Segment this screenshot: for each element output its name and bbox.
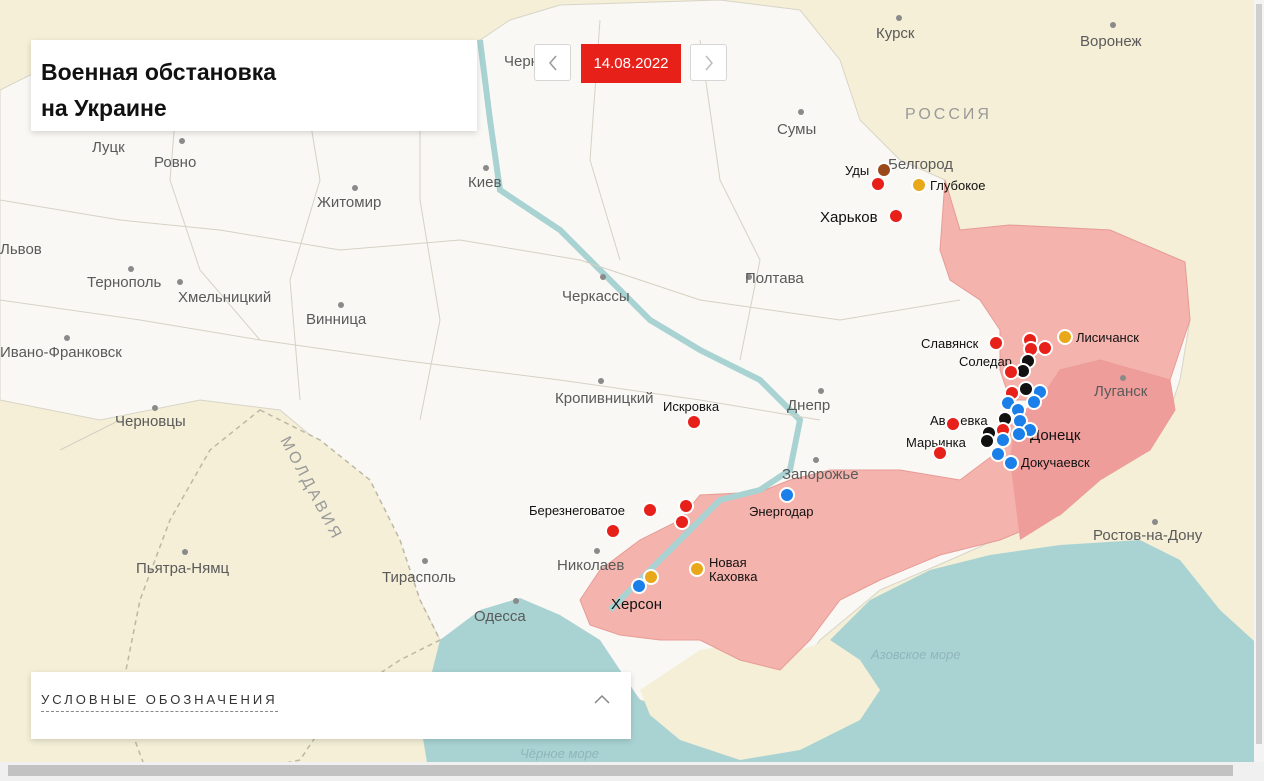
next-date-button[interactable] bbox=[690, 44, 727, 81]
label-vinnitsa: Винница bbox=[306, 311, 367, 328]
marker-glubokoe bbox=[911, 177, 927, 193]
label-dnepr: Днепр bbox=[787, 397, 830, 414]
prev-date-button[interactable] bbox=[534, 44, 571, 81]
label-sumy: Сумы bbox=[777, 121, 816, 138]
marker-marinka bbox=[979, 433, 995, 449]
marker-marinka-2 bbox=[932, 445, 948, 461]
label-kherson: Херсон bbox=[611, 596, 662, 613]
marker-kherson-2 bbox=[631, 578, 647, 594]
marker-slavyansk bbox=[988, 335, 1004, 351]
label-kursk: Курск bbox=[876, 25, 915, 42]
horizontal-scrollbar-thumb[interactable] bbox=[8, 765, 1233, 776]
label-poltava: Полтава bbox=[745, 270, 804, 287]
marker-front-17 bbox=[990, 446, 1006, 462]
label-black-sea: Чёрное море bbox=[520, 746, 599, 761]
label-novaya-kakhovka-1: Новая bbox=[709, 555, 747, 570]
marker-dokuchaevsk bbox=[1003, 455, 1019, 471]
label-chernovtsy: Черновцы bbox=[115, 413, 186, 430]
marker-avdeevka-2 bbox=[945, 416, 961, 432]
label-soledar: Соледар bbox=[959, 354, 1012, 369]
marker-front-4 bbox=[1003, 364, 1019, 380]
marker-udy bbox=[876, 162, 892, 178]
label-voronezh: Воронеж bbox=[1080, 33, 1142, 50]
label-lutsk: Луцк bbox=[92, 139, 125, 156]
marker-south-3 bbox=[605, 523, 621, 539]
label-tiraspol: Тирасполь bbox=[382, 569, 456, 586]
label-glubokoe: Глубокое bbox=[930, 178, 986, 193]
vertical-scrollbar-thumb[interactable] bbox=[1256, 4, 1262, 744]
marker-bereznegovatoe bbox=[642, 502, 658, 518]
marker-udy-2 bbox=[870, 176, 886, 192]
label-belgorod: Белгород bbox=[888, 156, 953, 173]
marker-lisichansk bbox=[1057, 329, 1073, 345]
label-nikolaev: Николаев bbox=[557, 557, 624, 574]
label-rovno: Ровно bbox=[154, 154, 196, 171]
label-energodar: Энергодар bbox=[749, 504, 813, 519]
legend-title[interactable]: УСЛОВНЫЕ ОБОЗНАЧЕНИЯ bbox=[41, 692, 278, 712]
marker-energodar bbox=[779, 487, 795, 503]
legend-panel[interactable]: УСЛОВНЫЕ ОБОЗНАЧЕНИЯ bbox=[31, 672, 631, 739]
label-zaporozhye: Запорожье bbox=[782, 466, 859, 483]
marker-front-9 bbox=[1026, 394, 1042, 410]
chevron-right-icon bbox=[704, 55, 713, 70]
vertical-scrollbar[interactable] bbox=[1254, 0, 1264, 762]
label-iskrovka: Искровка bbox=[663, 399, 720, 414]
label-kharkov: Харьков bbox=[820, 209, 878, 226]
marker-iskrovka bbox=[686, 414, 702, 430]
label-ternopol: Тернополь bbox=[87, 274, 162, 291]
marker-novaya-kakhovka bbox=[689, 561, 705, 577]
label-russia: РОССИЯ bbox=[905, 106, 992, 123]
chevron-left-icon bbox=[548, 55, 557, 70]
label-udy: Уды bbox=[845, 163, 869, 178]
chevron-up-icon[interactable] bbox=[593, 692, 611, 706]
label-lvov: Львов bbox=[0, 241, 42, 258]
marker-front-6 bbox=[1018, 381, 1034, 397]
label-pyatra-namts: Пьятра-Нямц bbox=[136, 560, 230, 577]
marker-front-16 bbox=[1011, 426, 1027, 442]
label-kropivnitsky: Кропивницкий bbox=[555, 390, 653, 407]
label-azov-sea: Азовское море bbox=[870, 647, 961, 662]
page-title: Военная обстановка на Украине bbox=[41, 59, 277, 121]
label-zhitomir: Житомир bbox=[317, 194, 381, 211]
label-slavyansk: Славянск bbox=[921, 336, 979, 351]
marker-front-15 bbox=[995, 432, 1011, 448]
marker-kherson-1 bbox=[643, 569, 659, 585]
current-date: 14.08.2022 bbox=[581, 44, 681, 83]
title-card: Военная обстановка на Украине bbox=[31, 40, 477, 131]
label-cherkassy: Черкассы bbox=[562, 288, 630, 305]
label-bereznegovatoe: Березнеговатое bbox=[529, 503, 625, 518]
label-odessa: Одесса bbox=[474, 608, 526, 625]
label-dokuchaevsk: Докучаевск bbox=[1021, 455, 1090, 470]
marker-south-2 bbox=[674, 514, 690, 530]
label-kiev: Киев bbox=[468, 174, 501, 191]
horizontal-scrollbar[interactable] bbox=[0, 762, 1264, 781]
label-rostov: Ростов-на-Дону bbox=[1093, 527, 1203, 544]
label-lugansk: Луганск bbox=[1094, 383, 1148, 400]
label-khmelnitsky: Хмельницкий bbox=[178, 289, 271, 306]
marker-kharkov bbox=[888, 208, 904, 224]
label-lisichansk: Лисичанск bbox=[1076, 330, 1139, 345]
label-novaya-kakhovka-2: Каховка bbox=[709, 569, 758, 584]
marker-south-1 bbox=[678, 498, 694, 514]
marker-front-3 bbox=[1037, 340, 1053, 356]
label-ivano-frankovsk: Ивано-Франковск bbox=[0, 344, 122, 361]
